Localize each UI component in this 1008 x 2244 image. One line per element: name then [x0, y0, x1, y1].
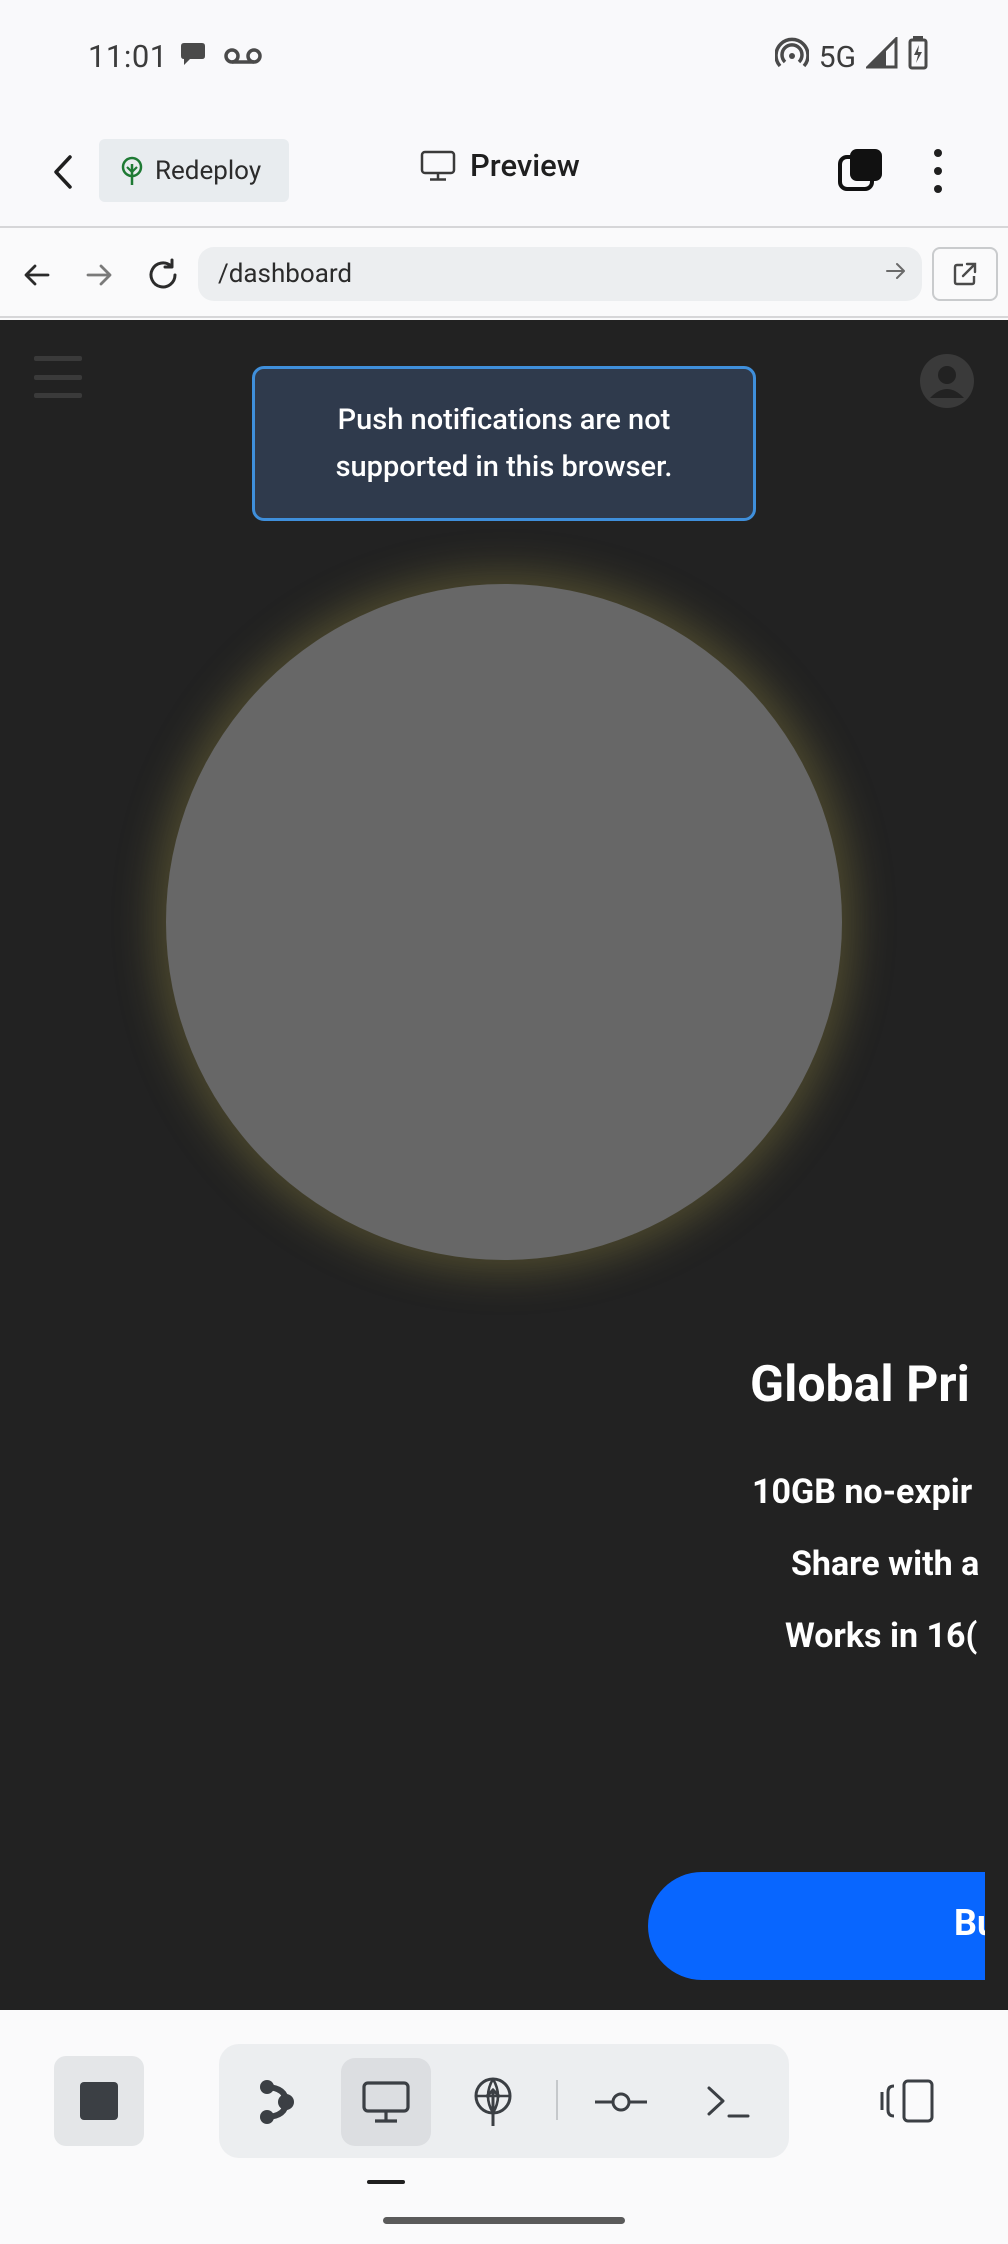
status-bar: 11:01 5G [0, 0, 1008, 115]
split-view-button[interactable] [878, 2076, 938, 2126]
active-tab-indicator [367, 2180, 405, 2184]
tool-commits[interactable] [576, 2058, 666, 2146]
hamburger-icon-bar [34, 393, 82, 398]
tool-deploy[interactable] [448, 2058, 538, 2146]
status-right-group: 5G [773, 35, 928, 78]
git-commit-icon [595, 2092, 647, 2112]
tool-group [219, 2044, 789, 2158]
reload-icon [149, 258, 177, 289]
more-vertical-icon-dot [934, 185, 942, 193]
open-external-icon [953, 262, 977, 286]
browser-back-button[interactable] [12, 250, 62, 300]
hero-title: Global Pri [750, 1356, 970, 1414]
deploy-tree-icon [121, 156, 143, 185]
split-view-icon [880, 2079, 934, 2123]
preview-title-label: Preview [470, 147, 580, 184]
hamburger-icon-bar [34, 356, 82, 361]
tool-terminal[interactable] [683, 2058, 773, 2146]
hotspot-icon [773, 36, 810, 78]
browser-forward-button[interactable] [74, 250, 124, 300]
redeploy-label: Redeploy [155, 155, 262, 186]
tabs-icon [838, 149, 882, 191]
preview-webview: Global Pri 10GB no-expir Share with a Wo… [0, 320, 1008, 2010]
reload-button[interactable] [138, 250, 188, 300]
page-title: Preview [420, 147, 580, 184]
notification-toast: Push notifications are not supported in … [252, 366, 756, 521]
feature-item: 10GB no-expir [752, 1472, 973, 1512]
more-vertical-icon-dot [934, 149, 942, 157]
tool-agent[interactable] [233, 2058, 323, 2146]
toast-message: Push notifications are not supported in … [335, 402, 673, 484]
chevron-left-icon [54, 155, 72, 189]
cta-button[interactable]: Bu [648, 1872, 1008, 1980]
stop-icon [80, 2082, 118, 2120]
status-time: 11:01 [88, 38, 168, 75]
stop-button[interactable] [54, 2056, 144, 2146]
app-bar: Redeploy Preview [0, 115, 1008, 228]
open-external-button[interactable] [932, 247, 998, 301]
arrow-right-small-icon [886, 263, 905, 279]
arrow-right-icon [86, 264, 112, 286]
hamburger-menu-button[interactable] [34, 356, 82, 398]
url-go-button[interactable] [884, 259, 908, 287]
agent-icon [260, 2080, 294, 2124]
feature-item: Share with a [791, 1544, 980, 1584]
chat-bubble-icon [178, 40, 208, 74]
tabs-button[interactable] [836, 145, 886, 195]
arrow-left-icon [24, 264, 50, 286]
monitor-icon [420, 150, 456, 181]
more-vertical-icon-dot [934, 167, 942, 175]
feature-item: Works in 16( [785, 1616, 978, 1656]
battery-charging-icon [908, 36, 928, 78]
url-input[interactable]: /dashboard [198, 247, 922, 301]
redeploy-button[interactable]: Redeploy [99, 139, 289, 202]
tool-separator [556, 2080, 558, 2120]
tool-preview[interactable] [341, 2058, 431, 2146]
avatar[interactable] [920, 354, 974, 408]
url-bar: /dashboard [0, 230, 1008, 318]
url-text: /dashboard [218, 259, 353, 289]
home-gesture-handle[interactable] [383, 2217, 625, 2224]
hero-image-placeholder [166, 584, 842, 1260]
terminal-icon [707, 2086, 750, 2118]
monitor-icon [362, 2081, 410, 2123]
hamburger-icon-bar [34, 374, 82, 380]
network-label: 5G [818, 39, 856, 75]
deploy-globe-icon [474, 2077, 512, 2126]
voicemail-icon [224, 46, 262, 70]
back-button[interactable] [38, 147, 88, 197]
signal-icon [864, 35, 898, 77]
user-avatar-icon [930, 366, 964, 398]
bottom-toolbar [0, 2010, 1008, 2244]
more-menu-button[interactable] [918, 143, 958, 199]
viewport-right-edge [985, 320, 1008, 2010]
